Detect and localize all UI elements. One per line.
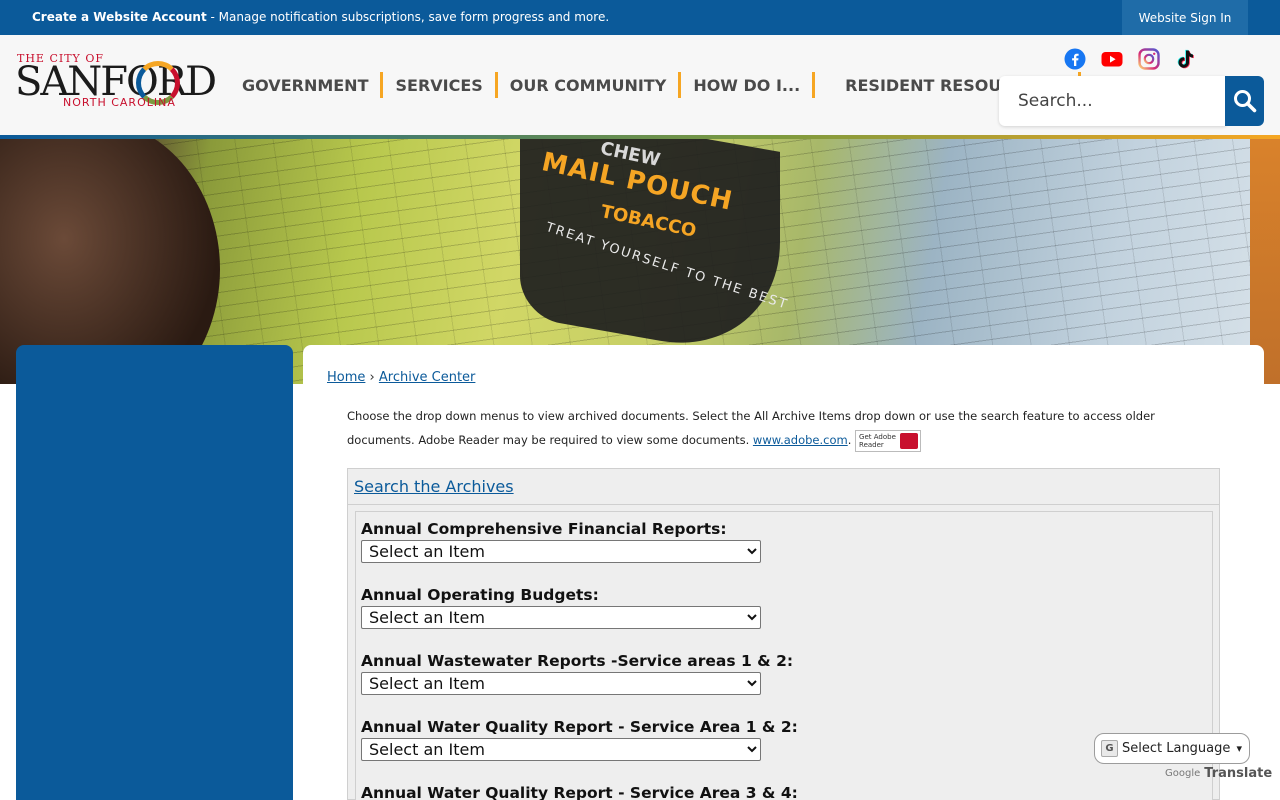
breadcrumb-separator: › — [369, 370, 375, 385]
archive-panel-header: Search the Archives — [348, 469, 1219, 505]
google-wordmark: Google — [1165, 768, 1201, 779]
badge-line1: Get Adobe — [859, 432, 896, 441]
archive-group-wastewater-reports: Annual Wastewater Reports -Service areas… — [361, 652, 793, 695]
archive-group-label: Annual Comprehensive Financial Reports: — [361, 520, 727, 538]
breadcrumb-home-link[interactable]: Home — [327, 370, 365, 385]
search-the-archives-link[interactable]: Search the Archives — [354, 477, 514, 496]
nav-government[interactable]: GOVERNMENT — [230, 72, 380, 98]
social-links — [1064, 48, 1197, 70]
nav-services[interactable]: SERVICES — [383, 72, 494, 98]
breadcrumb-archive-center-link[interactable]: Archive Center — [379, 370, 476, 385]
main-navigation: GOVERNMENT SERVICES OUR COMMUNITY HOW DO… — [230, 70, 1081, 100]
adobe-link[interactable]: www.adobe.com — [753, 433, 848, 447]
google-translate-icon: G — [1101, 740, 1118, 757]
get-adobe-reader-badge[interactable]: Get Adobe Reader — [855, 429, 922, 452]
search-icon — [1233, 90, 1256, 113]
chevron-down-icon: ▾ — [1236, 742, 1242, 755]
nav-how-do-i[interactable]: HOW DO I... — [681, 72, 812, 98]
archive-group-operating-budgets: Annual Operating Budgets: Select an Item — [361, 586, 761, 629]
archive-categories: Annual Comprehensive Financial Reports: … — [355, 511, 1213, 800]
nav-our-community[interactable]: OUR COMMUNITY — [498, 72, 679, 98]
top-bar: Create a Website Account - Manage notifi… — [0, 0, 1280, 35]
youtube-icon[interactable] — [1101, 48, 1123, 70]
search-button[interactable] — [1225, 76, 1264, 126]
archive-select-water-quality-1-2[interactable]: Select an Item — [361, 738, 761, 761]
intro-description: Choose the drop down menus to view archi… — [347, 409, 1155, 447]
archive-group-financial-reports: Annual Comprehensive Financial Reports: … — [361, 520, 761, 563]
adobe-reader-icon — [900, 432, 919, 449]
archive-select-operating-budgets[interactable]: Select an Item — [361, 606, 761, 629]
archive-group-water-quality-1-2: Annual Water Quality Report - Service Ar… — [361, 718, 798, 761]
facebook-icon[interactable] — [1064, 48, 1086, 70]
breadcrumb: Home › Archive Center — [327, 370, 475, 385]
intro-text: Choose the drop down menus to view archi… — [347, 404, 1222, 452]
create-account-message[interactable]: Create a Website Account - Manage notifi… — [32, 10, 609, 24]
archive-group-label: Annual Water Quality Report - Service Ar… — [361, 718, 798, 736]
archive-select-wastewater-reports[interactable]: Select an Item — [361, 672, 761, 695]
left-sidebar — [16, 345, 293, 800]
create-account-description: - Manage notification subscriptions, sav… — [206, 10, 610, 24]
archive-select-financial-reports[interactable]: Select an Item — [361, 540, 761, 563]
search-input[interactable] — [999, 76, 1226, 126]
create-account-link[interactable]: Create a Website Account — [32, 10, 207, 24]
powered-by-google-translate[interactable]: Google Translate — [1165, 766, 1272, 781]
logo-state-line: NORTH CAROLINA — [63, 96, 176, 109]
instagram-icon[interactable] — [1138, 48, 1160, 70]
tiktok-icon[interactable] — [1175, 48, 1197, 70]
archive-group-label: Annual Operating Budgets: — [361, 586, 599, 604]
language-select[interactable]: G Select Language ▾ — [1094, 733, 1250, 764]
archive-search-panel: Search the Archives Annual Comprehensive… — [347, 468, 1220, 800]
website-sign-in-button[interactable]: Website Sign In — [1122, 0, 1248, 35]
language-select-label: Select Language — [1122, 741, 1231, 756]
search-container — [999, 76, 1226, 126]
archive-group-label: Annual Water Quality Report - Service Ar… — [361, 784, 798, 800]
badge-line2: Reader — [859, 440, 884, 449]
archive-group-water-quality-3-4: Annual Water Quality Report - Service Ar… — [361, 784, 798, 800]
archive-group-label: Annual Wastewater Reports -Service areas… — [361, 652, 794, 670]
translate-label: Translate — [1204, 766, 1273, 781]
intro-after-link: . — [847, 433, 856, 447]
city-logo[interactable]: THE CITY OF SANFORD NORTH CAROLINA — [15, 52, 220, 118]
